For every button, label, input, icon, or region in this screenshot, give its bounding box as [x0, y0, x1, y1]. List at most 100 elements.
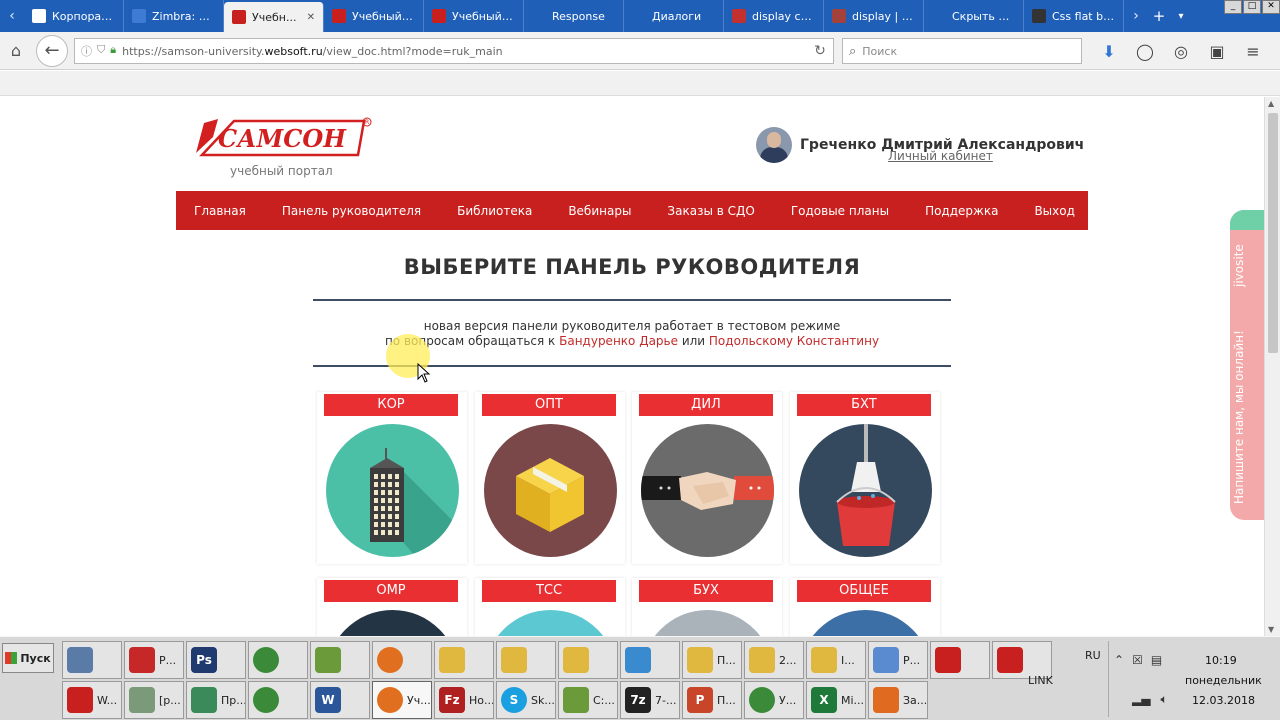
taskbar-button[interactable] [496, 641, 556, 679]
search-input[interactable]: ⌕ Поиск [842, 38, 1082, 64]
nav-item[interactable]: Вебинары [568, 204, 631, 218]
taskbar-button[interactable]: Пр... [186, 681, 246, 719]
nav-item[interactable]: Главная [194, 204, 246, 218]
taskbar-button[interactable]: S Sk... [496, 681, 556, 719]
taskbar-button[interactable]: С:... [558, 681, 618, 719]
menu-icon[interactable]: ≡ [1238, 36, 1268, 66]
panel-card-label[interactable]: БХТ [797, 394, 931, 416]
taskbar-button[interactable] [434, 641, 494, 679]
panel-card-label[interactable]: БУХ [639, 580, 773, 602]
contact-link-podolsky[interactable]: Подольскому Константину [709, 334, 879, 348]
taskbar-button[interactable]: [р... [124, 681, 184, 719]
home-icon[interactable]: ⌂ [0, 35, 32, 67]
taskbar-button[interactable] [620, 641, 680, 679]
scroll-thumb[interactable] [1268, 113, 1278, 353]
panel-card[interactable]: ОПТ [475, 392, 625, 564]
panel-card[interactable]: ДИЛ [632, 392, 782, 564]
panel-card-label[interactable]: ОПТ [482, 394, 616, 416]
browser-tab[interactable]: Диалоги [624, 0, 724, 32]
taskbar-button[interactable]: I... [806, 641, 866, 679]
panel-card-label[interactable]: ОМР [324, 580, 458, 602]
personal-cabinet-link[interactable]: Личный кабинет [888, 149, 993, 163]
panel-card[interactable]: БХТ [790, 392, 940, 564]
browser-tab[interactable]: Учебный ... [424, 0, 524, 32]
panel-card[interactable]: КОР [317, 392, 467, 564]
taskbar-button[interactable]: У... [744, 681, 804, 719]
clock-time[interactable]: 10:19 [1205, 654, 1237, 667]
browser-tab[interactable]: Css flat bu... [1024, 0, 1124, 32]
taskbar-button[interactable]: Ps [186, 641, 246, 679]
taskbar-button[interactable]: X Mi... [806, 681, 866, 719]
taskbar-button[interactable] [248, 641, 308, 679]
shield-icon[interactable]: ⛉ [97, 43, 105, 59]
tab-list-dropdown-icon[interactable]: ▾ [1170, 0, 1192, 32]
handshake-icon[interactable] [641, 424, 774, 557]
panel-icon[interactable] [326, 610, 459, 636]
lock-icon[interactable]: 🔒︎ [110, 43, 116, 59]
taskbar-button[interactable] [310, 641, 370, 679]
volume-icon[interactable]: 🔈︎ [1160, 692, 1167, 707]
nav-item[interactable]: Библиотека [457, 204, 532, 218]
panel-card-label[interactable]: ТСС [482, 580, 616, 602]
panel-icon[interactable] [484, 610, 617, 636]
taskbar-button[interactable] [930, 641, 990, 679]
page-scrollbar[interactable]: ▲ ▼ [1264, 97, 1280, 636]
back-button[interactable]: ← [36, 34, 68, 67]
link-toolbar-label[interactable]: LINK [1028, 674, 1053, 687]
panel-icon[interactable] [799, 610, 932, 636]
globe-icon[interactable]: ◎ [1166, 36, 1196, 66]
minimize-icon[interactable]: _ [1224, 0, 1242, 14]
taskbar-button[interactable]: 7z 7-... [620, 681, 680, 719]
nav-item[interactable]: Выход [1034, 204, 1074, 218]
taskbar-button[interactable]: W [310, 681, 370, 719]
contact-link-bandurenko[interactable]: Бандуренко Дарье [559, 334, 678, 348]
site-info-icons[interactable]: ⓘ ⛉ 🔒︎ [75, 43, 122, 59]
browser-tab[interactable]: display | h... [824, 0, 924, 32]
mop-bucket-icon[interactable] [799, 424, 932, 557]
sidebar-icon[interactable]: ▣ [1202, 36, 1232, 66]
nav-item[interactable]: Годовые планы [791, 204, 889, 218]
taskbar-button[interactable] [372, 641, 432, 679]
language-indicator[interactable]: RU [1085, 649, 1101, 662]
taskbar-button[interactable] [62, 641, 122, 679]
panel-card[interactable]: ТСС [475, 578, 625, 636]
avatar[interactable] [756, 127, 792, 163]
browser-tab[interactable]: Скрыть и... [924, 0, 1024, 32]
url-bar[interactable]: ⓘ ⛉ 🔒︎ https://samson-university.websoft… [74, 38, 834, 64]
taskbar-button[interactable]: W... [62, 681, 122, 719]
panel-card[interactable]: БУХ [632, 578, 782, 636]
taskbar-button[interactable]: 2... [744, 641, 804, 679]
scroll-up-icon[interactable]: ▲ [1268, 99, 1274, 108]
building-icon[interactable] [326, 424, 459, 557]
taskbar-button[interactable]: П... [682, 641, 742, 679]
device-icon[interactable]: ▤ [1151, 653, 1162, 667]
nav-item[interactable]: Заказы в СДО [667, 204, 754, 218]
network-error-icon[interactable]: ☒ [1132, 653, 1143, 667]
nav-item[interactable]: Панель руководителя [282, 204, 421, 218]
browser-tab[interactable]: display css... [724, 0, 824, 32]
start-button[interactable]: Пуск [2, 643, 54, 673]
taskbar-button[interactable]: Уч... [372, 681, 432, 719]
info-icon[interactable]: ⓘ [81, 43, 92, 59]
restore-icon[interactable]: □ [1243, 0, 1261, 14]
browser-tab[interactable]: Корпорат... [24, 0, 124, 32]
box-icon[interactable] [484, 424, 617, 557]
chat-widget-tab[interactable]: jivosite Напишите нам, мы онлайн! [1230, 210, 1264, 520]
panel-card-label[interactable]: ОБЩЕЕ [797, 580, 931, 602]
nav-item[interactable]: Поддержка [925, 204, 998, 218]
browser-tab[interactable]: Учебн... ✕ [224, 2, 324, 32]
scroll-down-icon[interactable]: ▼ [1268, 625, 1274, 634]
chat-bubble-icon[interactable]: ◯ [1130, 36, 1160, 66]
tab-close-icon[interactable]: ✕ [307, 12, 315, 23]
taskbar-button[interactable] [558, 641, 618, 679]
tray-expand-icon[interactable]: ⌃ [1114, 653, 1124, 667]
reload-icon[interactable]: ↻ [807, 43, 833, 59]
panel-card-label[interactable]: ДИЛ [639, 394, 773, 416]
new-tab-icon[interactable]: + [1148, 0, 1170, 32]
panel-card-label[interactable]: КОР [324, 394, 458, 416]
browser-tab[interactable]: Учебный ... [324, 0, 424, 32]
panel-icon[interactable] [641, 610, 774, 636]
download-icon[interactable]: ⬇ [1094, 36, 1124, 66]
taskbar-button[interactable]: За... [868, 681, 928, 719]
tab-scroll-left-icon[interactable]: ‹ [0, 0, 24, 32]
